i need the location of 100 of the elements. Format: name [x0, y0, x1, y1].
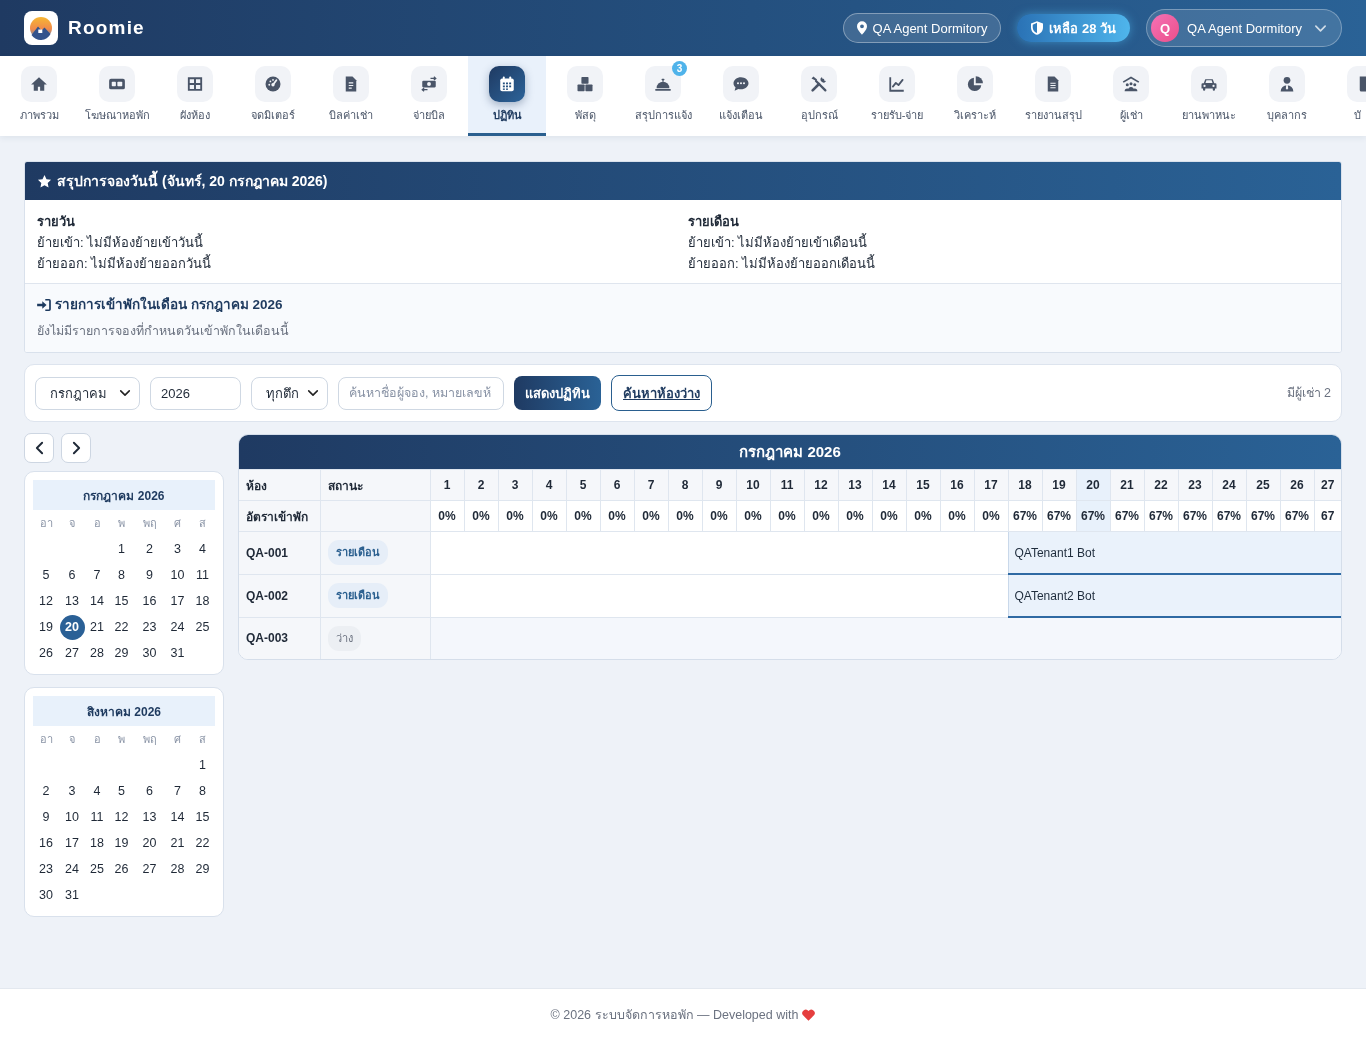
calendar-day[interactable]: 20 — [59, 614, 85, 640]
calendar-day[interactable]: 25 — [85, 856, 109, 882]
search-field[interactable]: ค้นหาชื่อผู้จอง, หมายเลขห้ — [338, 376, 504, 410]
calendar-day[interactable]: 31 — [59, 882, 85, 908]
tenant-name: QATenant2 Bot — [1013, 588, 1095, 603]
previous-month-button[interactable] — [24, 433, 54, 463]
show-calendar-button[interactable]: แสดงปฏิทิน — [514, 376, 601, 410]
calendar-day[interactable]: 6 — [59, 562, 85, 588]
calendar-day[interactable]: 9 — [137, 562, 162, 588]
nav-tab[interactable]: ผังห้อง — [156, 56, 234, 136]
calendar-day[interactable]: 25 — [190, 614, 215, 640]
day-header: 10 — [736, 469, 770, 501]
calendar-day[interactable]: 5 — [33, 562, 59, 588]
year-input[interactable]: 2026 — [150, 376, 241, 410]
calendar-day[interactable]: 16 — [33, 830, 59, 856]
nav-tab[interactable]: จดมิเตอร์ — [234, 56, 312, 136]
summary-line: ย้ายออก: ไม่มีห้องย้ายออกเดือนนี้ — [688, 253, 877, 273]
calendar-day[interactable]: 17 — [165, 588, 190, 614]
calendar-day[interactable]: 15 — [190, 804, 215, 830]
calendar-day[interactable]: 6 — [137, 778, 162, 804]
banner-icon — [99, 66, 135, 102]
star-icon — [37, 173, 52, 189]
calendar-day[interactable]: 1 — [109, 536, 134, 562]
calendar-day[interactable]: 11 — [190, 562, 215, 588]
calendar-day[interactable]: 11 — [85, 804, 109, 830]
calendar-day[interactable]: 15 — [109, 588, 134, 614]
weekday-label: ศ — [174, 732, 181, 747]
calendar-day[interactable]: 7 — [85, 562, 109, 588]
calendar-day[interactable]: 5 — [109, 778, 134, 804]
calendar-day[interactable]: 19 — [33, 614, 59, 640]
calendar-day[interactable]: 13 — [137, 804, 162, 830]
nav-tab[interactable]: แจ้งเตือน — [702, 56, 780, 136]
nav-tab[interactable]: ยานพาหนะ — [1170, 56, 1248, 136]
nav-tab[interactable]: อุปกรณ์ — [780, 56, 858, 136]
calendar-day[interactable]: 18 — [190, 588, 215, 614]
calendar-day[interactable]: 3 — [165, 536, 190, 562]
nav-tab[interactable]: บิลค่าเช่า — [312, 56, 390, 136]
day-header: 22 — [1144, 469, 1178, 501]
day-header: 19 — [1042, 469, 1076, 501]
nav-tab[interactable]: บั — [1326, 56, 1366, 136]
calendar-day[interactable]: 24 — [165, 614, 190, 640]
month-select[interactable]: กรกฎาคม — [35, 376, 140, 410]
calendar-day[interactable]: 7 — [165, 778, 190, 804]
calendar-day[interactable]: 28 — [85, 640, 109, 666]
building-select[interactable]: ทุกตึก — [251, 376, 328, 410]
calendar-day[interactable]: 23 — [137, 614, 162, 640]
calendar-day[interactable]: 4 — [85, 778, 109, 804]
nav-tab[interactable]: วิเคราะห์ — [936, 56, 1014, 136]
calendar-day[interactable]: 24 — [59, 856, 85, 882]
calendar-day[interactable]: 22 — [190, 830, 215, 856]
calendar-day[interactable]: 28 — [165, 856, 190, 882]
nav-tab[interactable]: รายงานสรุป — [1014, 56, 1092, 136]
calendar-day[interactable]: 27 — [137, 856, 162, 882]
calendar-day[interactable]: 18 — [85, 830, 109, 856]
calendar-day[interactable]: 14 — [165, 804, 190, 830]
calendar-day[interactable]: 10 — [165, 562, 190, 588]
nav-tab[interactable]: รายรับ-จ่าย — [858, 56, 936, 136]
calendar-day[interactable]: 17 — [59, 830, 85, 856]
calendar-day[interactable]: 4 — [190, 536, 215, 562]
calendar-day[interactable]: 14 — [85, 588, 109, 614]
calendar-day[interactable]: 8 — [190, 778, 215, 804]
calendar-day[interactable]: 19 — [109, 830, 134, 856]
user-menu-button[interactable]: Q QA Agent Dormitory — [1146, 9, 1342, 47]
find-vacant-room-button[interactable]: ค้นหาห้องว่าง — [611, 375, 712, 411]
day-header: 27 — [1314, 469, 1341, 501]
nav-tab[interactable]: โฆษณาหอพัก — [78, 56, 156, 136]
calendar-day[interactable]: 30 — [33, 882, 59, 908]
calendar-day[interactable]: 29 — [190, 856, 215, 882]
calendar-day[interactable]: 2 — [137, 536, 162, 562]
calendar-day[interactable]: 16 — [137, 588, 162, 614]
nav-tab[interactable]: ภาพรวม — [0, 56, 78, 136]
nav-tab[interactable]: ผู้เช่า — [1092, 56, 1170, 136]
calendar-day[interactable]: 1 — [190, 752, 215, 778]
calendar-day[interactable]: 21 — [165, 830, 190, 856]
calendar-day[interactable]: 21 — [85, 614, 109, 640]
calendar-day[interactable]: 22 — [109, 614, 134, 640]
calendar-day[interactable]: 12 — [33, 588, 59, 614]
nav-tab[interactable]: ปฏิทิน — [468, 56, 546, 136]
next-month-button[interactable] — [61, 433, 91, 463]
calendar-day[interactable]: 10 — [59, 804, 85, 830]
nav-tab[interactable]: 3 สรุปการแจ้ง — [624, 56, 702, 136]
calendar-day[interactable]: 12 — [109, 804, 134, 830]
calendar-day[interactable]: 26 — [33, 640, 59, 666]
nav-tab[interactable]: พัสดุ — [546, 56, 624, 136]
weekday-label: อา — [39, 516, 53, 531]
calendar-day[interactable]: 27 — [59, 640, 85, 666]
car-icon — [1191, 66, 1227, 102]
calendar-day[interactable]: 13 — [59, 588, 85, 614]
nav-tab[interactable]: บุคลากร — [1248, 56, 1326, 136]
calendar-day[interactable]: 31 — [165, 640, 190, 666]
calendar-day[interactable]: 3 — [59, 778, 85, 804]
calendar-day[interactable]: 29 — [109, 640, 134, 666]
calendar-day[interactable]: 9 — [33, 804, 59, 830]
calendar-day[interactable]: 26 — [109, 856, 134, 882]
calendar-day[interactable]: 30 — [137, 640, 162, 666]
calendar-day[interactable]: 23 — [33, 856, 59, 882]
calendar-day[interactable]: 8 — [109, 562, 134, 588]
nav-tab[interactable]: จ่ายบิล — [390, 56, 468, 136]
calendar-day[interactable]: 2 — [33, 778, 59, 804]
calendar-day[interactable]: 20 — [137, 830, 162, 856]
